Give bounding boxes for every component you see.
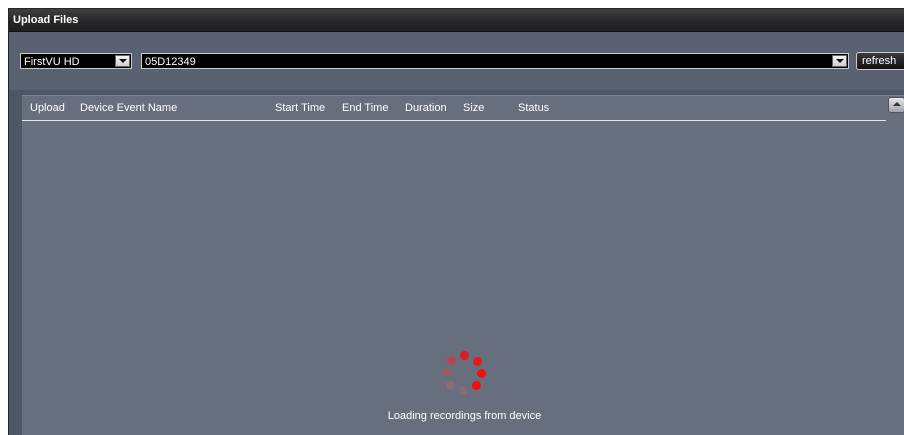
refresh-button[interactable]: refresh <box>856 52 904 70</box>
column-header-upload[interactable]: Upload <box>30 96 65 120</box>
spinner-dot <box>473 357 482 366</box>
window-title: Upload Files <box>9 9 904 32</box>
column-header-duration[interactable]: Duration <box>405 96 447 120</box>
column-header-status[interactable]: Status <box>518 96 549 120</box>
spinner-dot <box>442 368 451 377</box>
device-type-select[interactable]: FirstVU HD <box>20 53 132 69</box>
toolbar: FirstVU HD 05D12349 refresh <box>9 32 904 90</box>
spinner-dot <box>472 381 481 390</box>
recordings-panel: Upload Device Event Name Start Time End … <box>22 95 904 435</box>
spinner-dot <box>477 369 486 378</box>
loading-message: Loading recordings from device <box>387 410 542 422</box>
spinner-dot <box>447 356 456 365</box>
column-header-start-time[interactable]: Start Time <box>275 96 325 120</box>
loading-spinner-icon <box>442 351 486 395</box>
column-header-end-time[interactable]: End Time <box>342 96 388 120</box>
column-header-size[interactable]: Size <box>463 96 484 120</box>
camera-select[interactable]: 05D12349 <box>141 53 849 69</box>
table-header: Upload Device Event Name Start Time End … <box>22 96 886 121</box>
upload-files-window: Upload Files FirstVU HD 05D12349 refresh… <box>8 8 904 435</box>
scroll-up-icon[interactable] <box>888 97 904 113</box>
dropdown-arrow-icon[interactable] <box>832 55 847 67</box>
spinner-dot <box>459 386 468 395</box>
device-type-value: FirstVU HD <box>24 56 80 68</box>
spinner-dot <box>446 381 455 390</box>
dropdown-arrow-icon[interactable] <box>115 55 130 67</box>
spinner-dot <box>460 351 469 360</box>
column-header-event-name[interactable]: Device Event Name <box>80 96 177 120</box>
camera-id-value: 05D12349 <box>145 56 196 68</box>
